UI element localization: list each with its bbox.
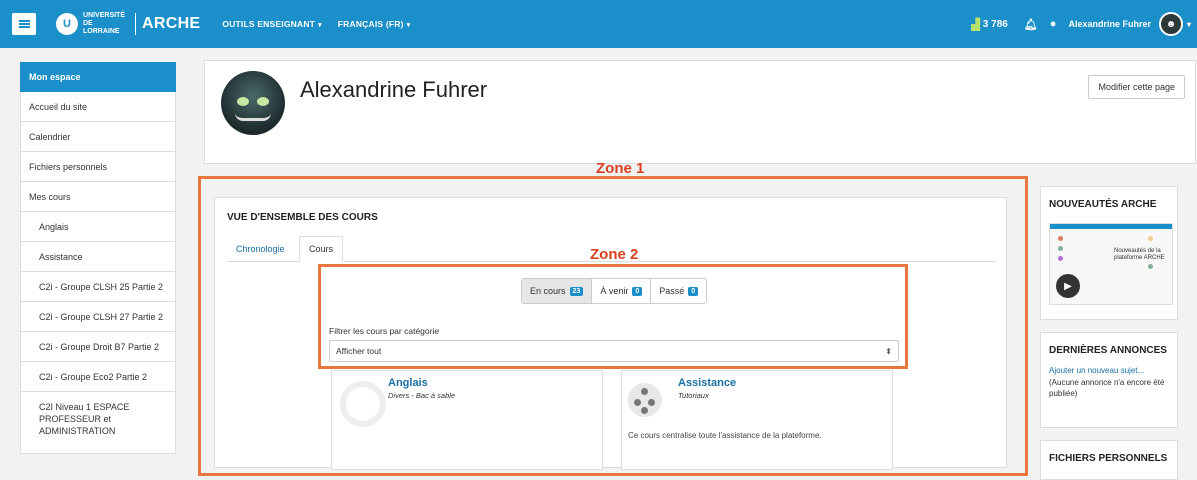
avatar-eye (237, 97, 249, 106)
nav-outils-enseignant[interactable]: OUTILS ENSEIGNANT ▾ (222, 19, 321, 29)
caret-down-icon[interactable]: ▾ (1187, 20, 1191, 29)
select-arrows-icon: ⬍ (885, 346, 892, 356)
select-value: Afficher tout (336, 346, 382, 356)
thumbnail-dot (1058, 236, 1063, 241)
sidebar-item-accueil[interactable]: Accueil du site (20, 92, 176, 122)
announcements-block: DERNIÈRES ANNONCES Ajouter un nouveau su… (1040, 332, 1178, 428)
tab-chronologie[interactable]: Chronologie (227, 236, 294, 262)
caret-down-icon: ▾ (406, 22, 411, 29)
logo-divider (135, 13, 136, 35)
course-card-assistance[interactable]: Assistance Tutoriaux Ce cours centralise… (621, 370, 893, 470)
course-title[interactable]: Assistance (678, 377, 736, 389)
top-navbar: U UNIVERSITÉ DE LORRAINE ARCHE OUTILS EN… (0, 0, 1197, 48)
user-tools: ▟ 3 786 🔔︎ ● Alexandrine Fuhrer ☻ ▾ (971, 12, 1197, 36)
profile-header: Alexandrine Fuhrer Modifier cette page (204, 60, 1196, 164)
user-avatar[interactable]: ☻ (1158, 12, 1183, 36)
sidebar-item-course[interactable]: C2i - Groupe Droit B7 Partie 2 (20, 332, 176, 362)
thumbnail-dot (1058, 246, 1063, 251)
sidebar-item-course[interactable]: C2i - Groupe Eco2 Partie 2 (20, 362, 176, 392)
avatar-eye (257, 97, 269, 106)
sidebar-navigation: Mon espace Accueil du site Calendrier Fi… (20, 62, 176, 454)
thumbnail-caption: Nouveautés de la plateforme ARCHE (1114, 248, 1165, 261)
course-status-filter: En cours 23 À venir 0 Passé 0 (521, 278, 708, 304)
thumbnail-dot (1148, 236, 1153, 241)
count-badge: 0 (632, 286, 643, 296)
category-filter-label: Filtrer les cours par catégorie (329, 326, 440, 336)
sidebar-item-calendrier[interactable]: Calendrier (20, 122, 176, 152)
no-announcement-note: (Aucune annonce n'a encore été publiée) (1049, 378, 1165, 398)
bell-icon[interactable]: 🔔︎ (1024, 18, 1038, 31)
block-title: FICHIERS PERSONNELS (1049, 453, 1168, 464)
count-badge: 23 (569, 286, 584, 296)
course-category: Tutoriaux (678, 391, 709, 400)
sidebar-item-course[interactable]: C2I Niveau 1 ESPACE PROFESSEUR et ADMINI… (20, 392, 176, 454)
thumbnail-dot (1148, 264, 1153, 269)
zone2-label: Zone 2 (590, 246, 639, 263)
avatar-grin (235, 113, 271, 121)
sidebar-item-mon-espace[interactable]: Mon espace (20, 62, 176, 92)
bar-chart-icon: ▟ (971, 18, 980, 31)
play-icon[interactable]: ▶ (1056, 274, 1080, 298)
thumbnail-header (1050, 224, 1172, 229)
news-block: NOUVEAUTÉS ARCHE Nouveautés de la platef… (1040, 186, 1178, 320)
sidebar-item-fichiers[interactable]: Fichiers personnels (20, 152, 176, 182)
filter-a-venir-button[interactable]: À venir 0 (591, 279, 651, 303)
zone1-label: Zone 1 (596, 160, 645, 177)
course-card-anglais[interactable]: 0% Anglais Divers - Bac à sable (331, 370, 603, 470)
nav-label: FRANÇAIS (FR) (337, 19, 404, 29)
news-video-thumbnail[interactable]: Nouveautés de la plateforme ARCHE ▶ (1049, 223, 1173, 305)
user-name[interactable]: Alexandrine Fuhrer (1068, 19, 1151, 29)
course-icon (628, 383, 662, 417)
segment-label: À venir (600, 286, 629, 296)
hamburger-menu-button[interactable] (12, 13, 36, 35)
page-title: Alexandrine Fuhrer (300, 77, 488, 102)
activity-count[interactable]: 3 786 (983, 19, 1008, 30)
segment-label: En cours (530, 286, 566, 296)
block-title: DERNIÈRES ANNONCES (1049, 345, 1167, 356)
course-category: Divers - Bac à sable (388, 391, 456, 400)
edit-page-button[interactable]: Modifier cette page (1088, 75, 1185, 99)
sidebar-item-course[interactable]: Anglais (20, 212, 176, 242)
site-logo[interactable]: U UNIVERSITÉ DE LORRAINE ARCHE (56, 12, 200, 36)
course-description: Ce cours centralise toute l'assistance d… (628, 431, 822, 440)
university-logo-icon: U (56, 13, 78, 35)
nav-label: OUTILS ENSEIGNANT (222, 19, 316, 29)
segment-label: Passé (659, 286, 685, 296)
thumbnail-dot (1058, 256, 1063, 261)
tab-cours[interactable]: Cours (299, 236, 344, 262)
filter-passe-button[interactable]: Passé 0 (650, 279, 707, 303)
message-icon[interactable]: ● (1050, 18, 1057, 30)
filter-en-cours-button[interactable]: En cours 23 (522, 279, 592, 303)
logo-app-name: ARCHE (142, 15, 201, 32)
logo-university-text: UNIVERSITÉ DE LORRAINE (83, 12, 126, 35)
nav-language[interactable]: FRANÇAIS (FR) ▾ (338, 19, 411, 29)
progress-ring: 0% (340, 381, 386, 427)
sidebar-item-mes-cours[interactable]: Mes cours (20, 182, 176, 212)
course-title[interactable]: Anglais (388, 377, 428, 389)
sidebar-item-course[interactable]: C2i - Groupe CLSH 25 Partie 2 (20, 272, 176, 302)
sidebar-item-course[interactable]: C2i - Groupe CLSH 27 Partie 2 (20, 302, 176, 332)
category-filter-select[interactable]: Afficher tout ⬍ (329, 340, 899, 362)
profile-avatar (221, 71, 285, 135)
block-title: NOUVEAUTÉS ARCHE (1049, 199, 1157, 210)
files-block: FICHIERS PERSONNELS (1040, 440, 1178, 480)
add-topic-link[interactable]: Ajouter un nouveau sujet... (1041, 356, 1177, 375)
hamburger-icon (18, 20, 30, 28)
sidebar-item-course[interactable]: Assistance (20, 242, 176, 272)
count-badge: 0 (688, 286, 699, 296)
overview-title: VUE D'ENSEMBLE DES COURS (227, 212, 378, 223)
caret-down-icon: ▾ (318, 22, 322, 29)
